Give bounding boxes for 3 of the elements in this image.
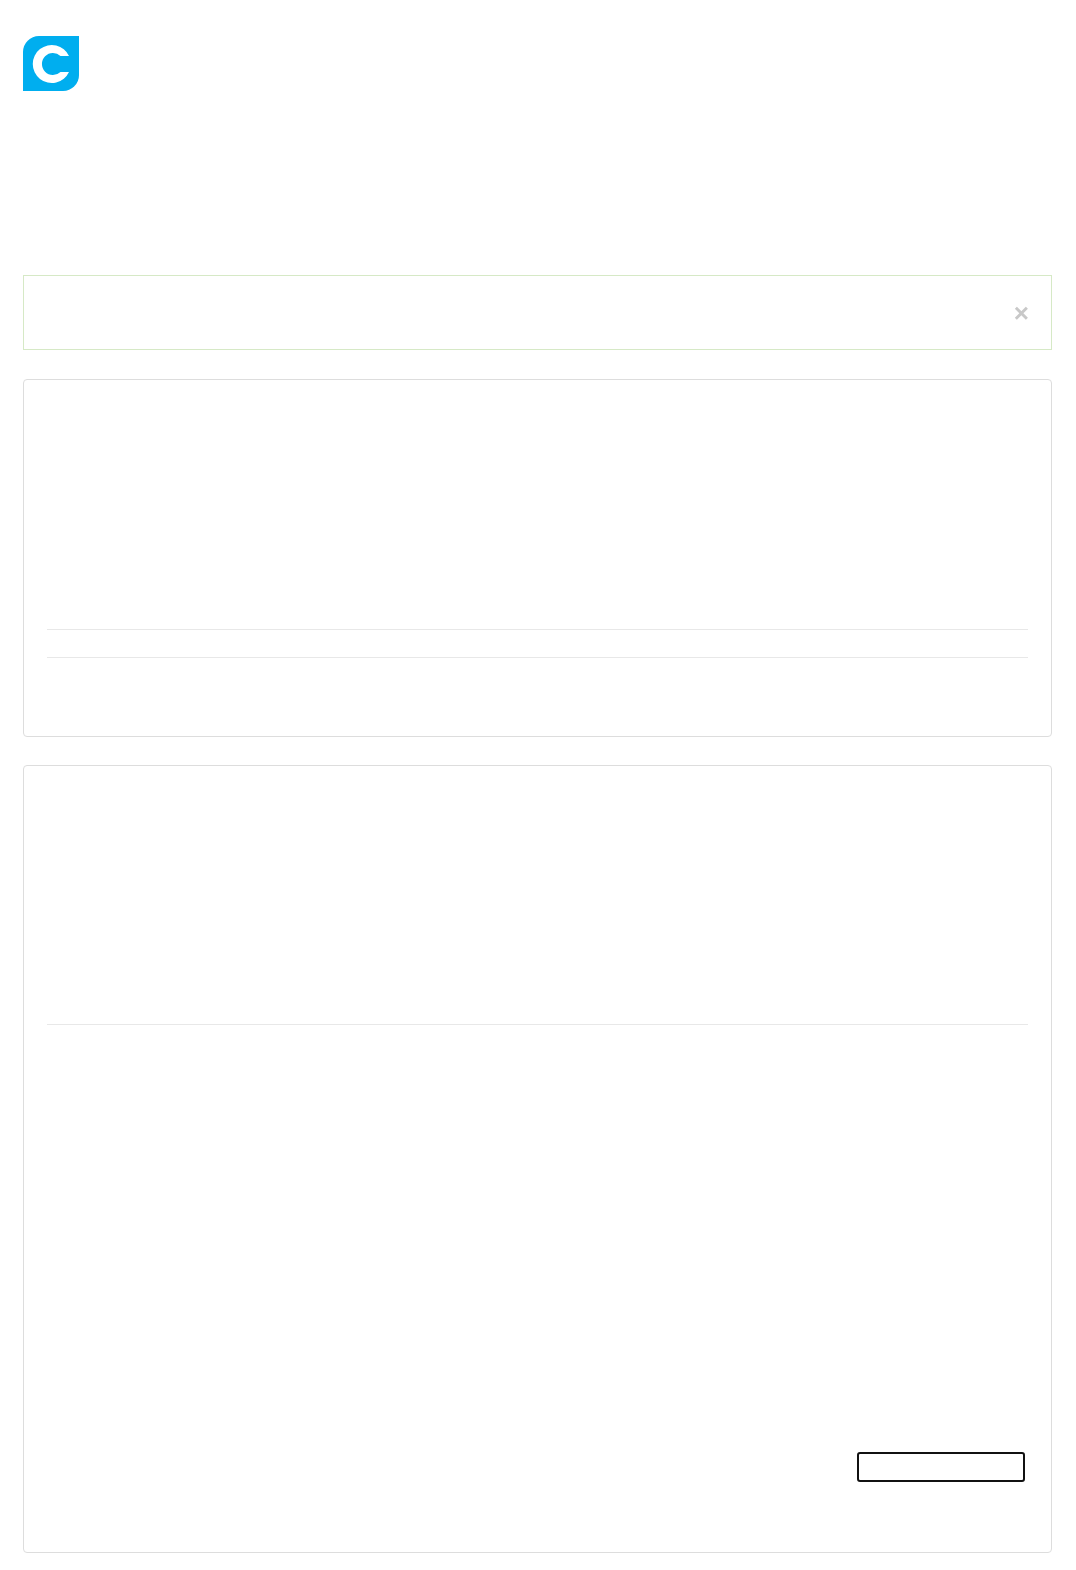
empty-button[interactable] [857,1452,1025,1482]
close-icon[interactable]: × [1013,299,1029,326]
logo-icon [23,36,79,91]
